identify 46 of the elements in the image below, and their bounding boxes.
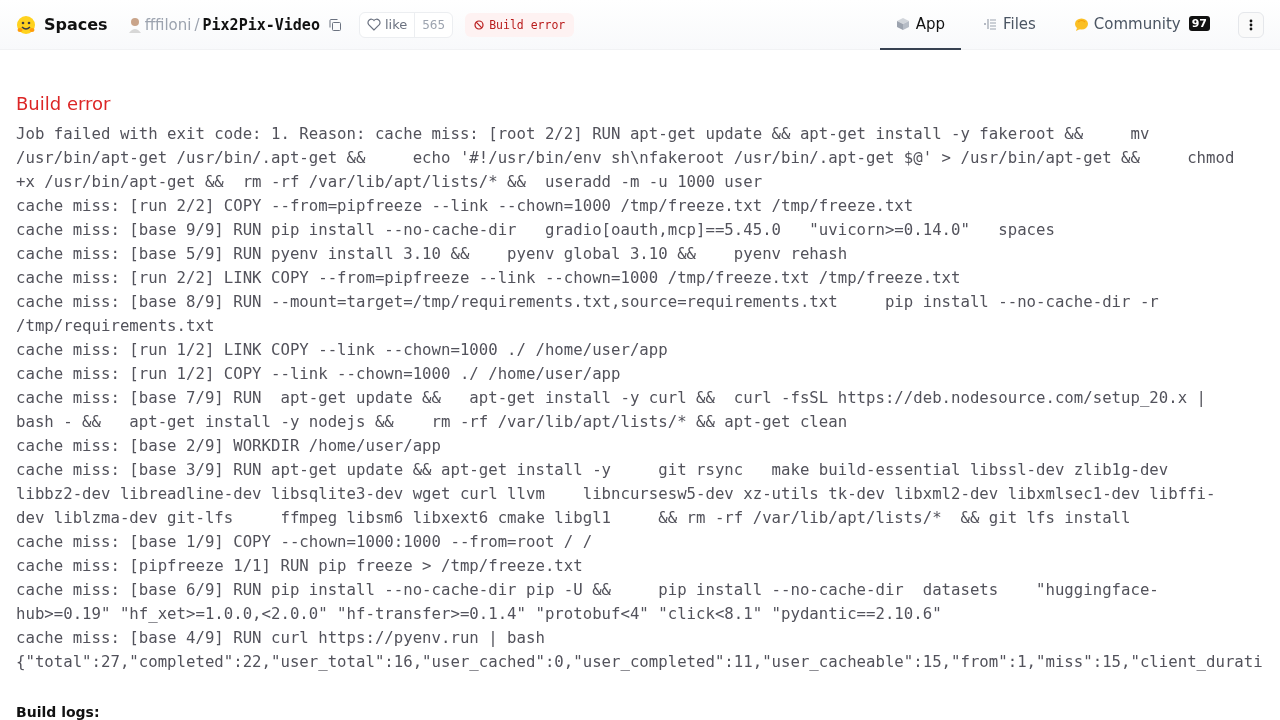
spaces-link[interactable]: Spaces — [44, 15, 108, 34]
stop-icon — [474, 19, 485, 30]
copy-icon — [328, 18, 341, 31]
status-badge: Build error — [465, 12, 575, 37]
log-line: cache miss: [base 5/9] RUN pyenv install 3.10 && pyenv global 3.10 && pyenv rehash — [16, 243, 848, 265]
smiley-icon — [16, 14, 36, 35]
tab[interactable]: Community 97 — [1057, 0, 1226, 50]
log-line: {"total":27,"completed":22,"user_total":16,"user_cached":0,"user_completed":11,"user_cacheable":15,"from":1,"miss":15,"client_durati — [16, 651, 1263, 673]
log-line: Job failed with exit code: 1. Reason: cache miss: [root 2/2] RUN apt-get update && apt-get install -y fakeroot && mv — [16, 123, 1150, 145]
log-line: cache miss: [base 6/9] RUN pip install --no-cache-dir pip -U && pip install --no-cache-dir datasets "huggingface- — [16, 579, 1159, 601]
count-badge: 97 — [1188, 16, 1210, 31]
log-line: +x /usr/bin/apt-get && rm -rf /var/lib/apt/lists/* && useradd -m -u 1000 user — [16, 171, 763, 193]
log-line: cache miss: [base 2/9] WORKDIR /home/user/app — [16, 435, 441, 457]
tab[interactable]: App — [879, 0, 961, 50]
log-line: cache miss: [pipfreeze 1/1] RUN pip freeze > /tmp/freeze.txt — [16, 555, 583, 577]
log-line: cache miss: [base 1/9] COPY --chown=1000:1000 --from=root / / — [16, 531, 593, 553]
heart-icon — [366, 18, 381, 31]
log-line: bash - && apt-get install -y nodejs && rm -rf /var/lib/apt/lists/* && apt-get clean — [16, 411, 848, 433]
log-line: /usr/bin/apt-get /usr/bin/.apt-get && echo '#!/usr/bin/env sh\nfakeroot /usr/bin/.apt-get $@' > /usr/bin/apt-get && chmod — [16, 147, 1235, 169]
error-title: Build error — [16, 92, 112, 116]
path-separator: / — [194, 15, 200, 34]
log-line: /tmp/requirements.txt — [16, 315, 215, 337]
log-line: cache miss: [run 1/2] LINK COPY --link --chown=1000 ./ /home/user/app — [16, 339, 668, 361]
speech-bubble-icon — [1073, 16, 1088, 31]
log-line: cache miss: [run 2/2] COPY --from=pipfreeze --link --chown=1000 /tmp/freeze.txt /tmp/freeze.txt — [16, 195, 914, 217]
section-heading: Build logs: — [16, 704, 101, 720]
log-line: cache miss: [base 8/9] RUN --mount=target=/tmp/requirements.txt,source=requirements.txt pip install --no-cache-dir -r — [16, 291, 1159, 313]
cube-icon — [895, 16, 910, 31]
log-line: cache miss: [base 9/9] RUN pip install --no-cache-dir gradio[oauth,mcp]==5.45.0 "uvicorn>=0.14.0" spaces — [16, 219, 1055, 241]
repo-name[interactable]: Pix2Pix-Video — [202, 15, 320, 34]
like-button[interactable]: like — [359, 12, 415, 37]
log-line: cache miss: [base 4/9] RUN curl https://pyenv.run | bash — [16, 627, 545, 649]
log-line: cache miss: [run 1/2] COPY --link --chown=1000 ./ /home/user/app — [16, 363, 621, 385]
file-list-icon — [982, 16, 997, 31]
more-icon — [1249, 18, 1253, 31]
copy-button[interactable] — [326, 16, 343, 33]
log-line: cache miss: [base 7/9] RUN apt-get update && apt-get install -y curl && curl -fsSL https://deb.nodesource.com/setup_20.x | — [16, 387, 1207, 409]
log-line: libbz2-dev libreadline-dev libsqlite3-dev wget curl llvm libncursesw5-dev xz-utils tk-dev libxml2-dev libxmlsec1-dev libffi- — [16, 483, 1216, 505]
log-line: cache miss: [base 3/9] RUN apt-get update && apt-get install -y git rsync make build-essential libssl-dev zlib1g-dev — [16, 459, 1169, 481]
like-count: 565 — [414, 12, 453, 37]
more-button[interactable] — [1238, 11, 1264, 38]
tab[interactable]: Files — [966, 0, 1052, 50]
log-line: dev liblzma-dev git-lfs ffmpeg libsm6 libxext6 cmake libgl1 && rm -rf /var/lib/apt/lists/* && git lfs install — [16, 507, 1131, 529]
avatar-icon — [127, 16, 142, 33]
log-line: hub>=0.19" "hf_xet>=1.0.0,<2.0.0" "hf-transfer>=0.1.4" "protobuf<4" "click<8.1" "pydantic==2.10.6" — [16, 603, 942, 625]
log-line: cache miss: [run 2/2] LINK COPY --from=pipfreeze --link --chown=1000 /tmp/freeze.txt /tmp/freeze.txt — [16, 267, 961, 289]
